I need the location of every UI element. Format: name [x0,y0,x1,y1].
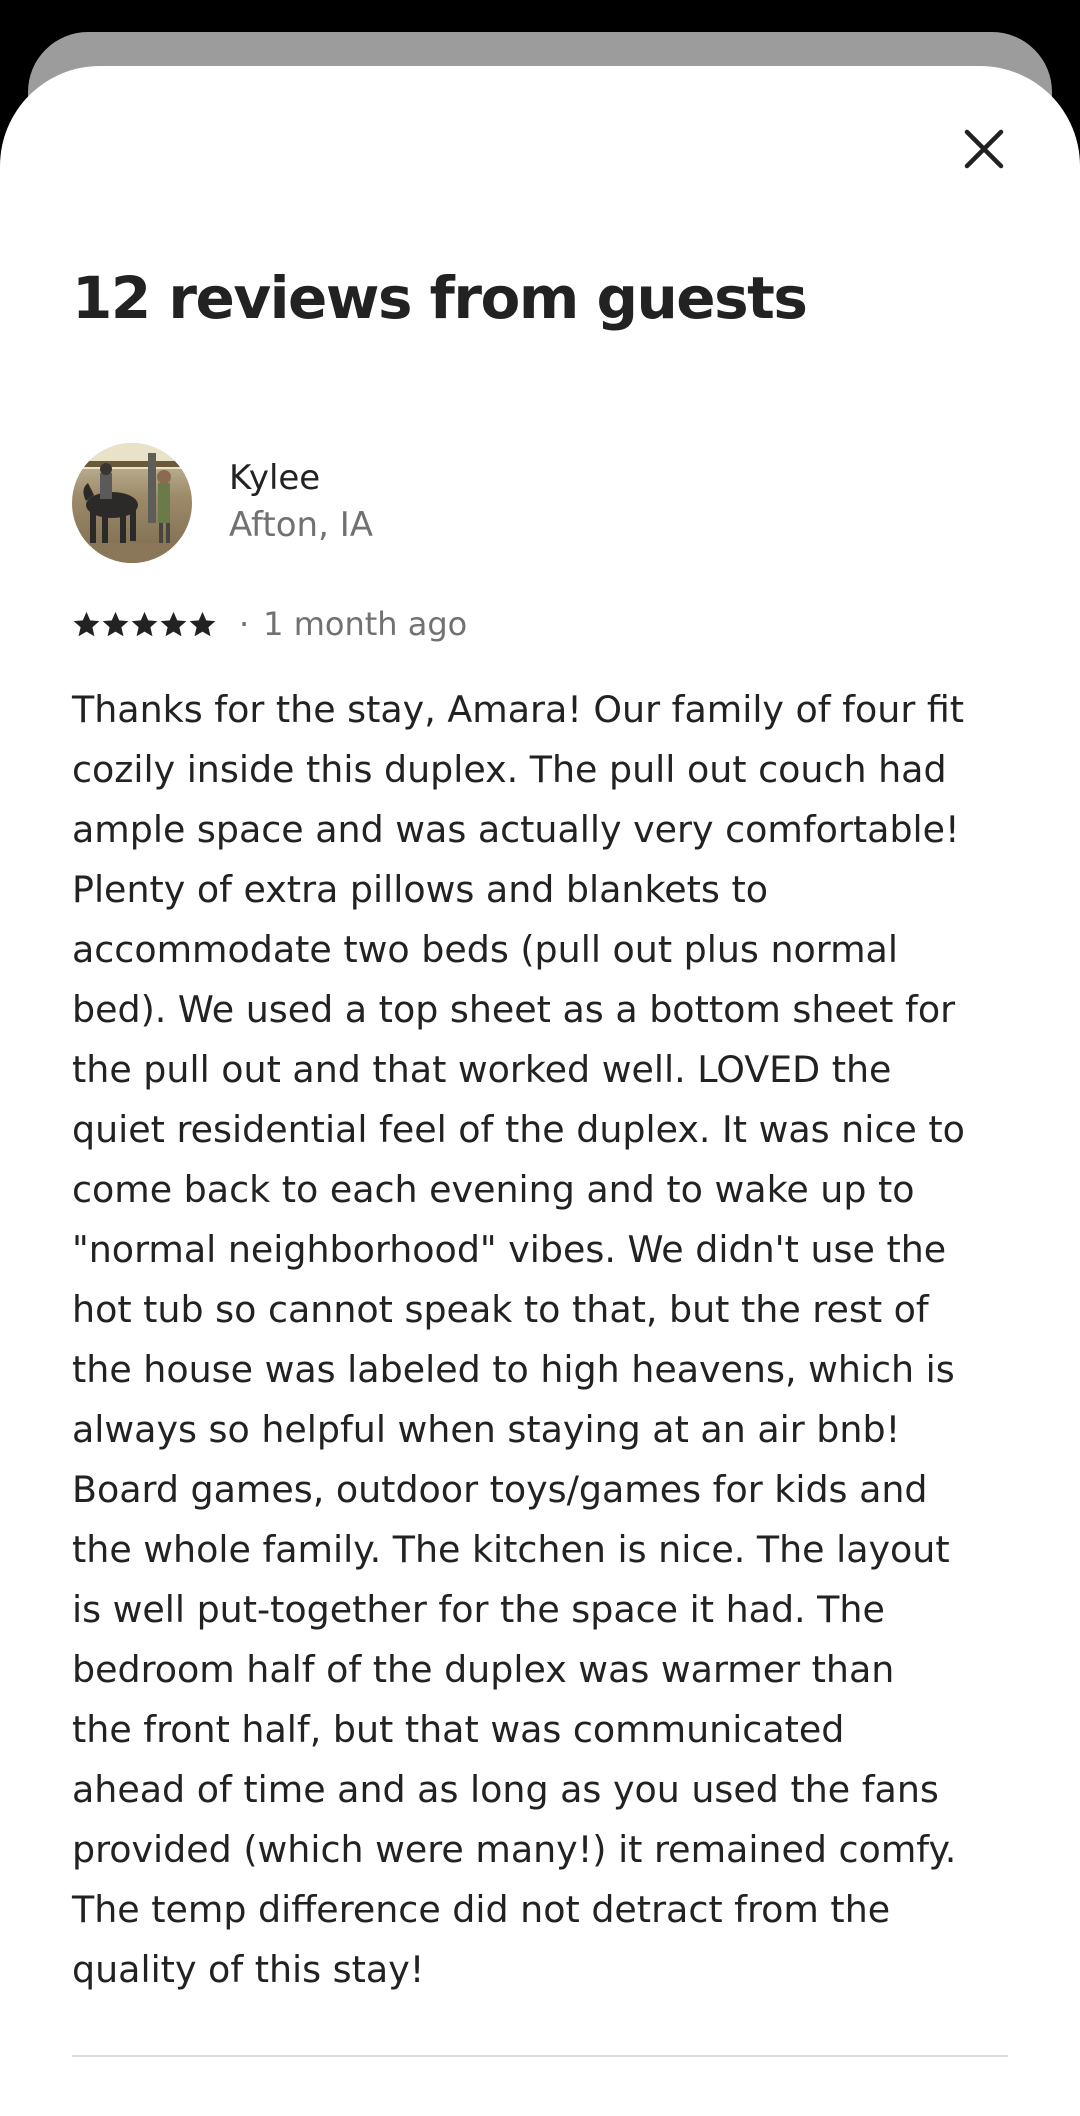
review-text-line: Plenty of extra pillows and blankets to [72,868,768,911]
review-text-line: is well put-together for the space it ha… [72,1588,885,1631]
divider [72,2055,1008,2057]
reviewer-name: Kylee [229,458,321,498]
review-date: 1 month ago [263,605,468,643]
star-rating [72,610,217,639]
review-text-line: quiet residential feel of the duplex. It… [72,1108,965,1151]
star-icon [73,611,100,636]
close-button[interactable] [952,117,1016,181]
review-text-line: The temp difference did not detract from… [72,1888,891,1931]
review-text-line: ahead of time and as long as you used th… [72,1768,939,1811]
review-text-line: accommodate two beds (pull out plus norm… [72,928,898,971]
review-text-line: bedroom half of the duplex was warmer th… [72,1648,895,1691]
review-text-line: Board games, outdoor toys/games for kids… [72,1468,928,1511]
avatar[interactable] [72,443,192,563]
review-text-line: provided (which were many!) it remained … [72,1828,957,1871]
review-text-line: "normal neighborhood" vibes. We didn't u… [72,1228,947,1271]
star-icon [160,611,187,636]
avatar-photo [72,443,192,563]
review-text-line: the house was labeled to high heavens, w… [72,1348,955,1391]
star-icon [102,611,129,636]
review-text-line: hot tub so cannot speak to that, but the… [72,1288,929,1331]
close-icon [964,129,1004,169]
review-text-line: ample space and was actually very comfor… [72,808,960,851]
review-text-line: the front half, but that was communicate… [72,1708,845,1751]
review-text-line: the whole family. The kitchen is nice. T… [72,1528,950,1571]
star-icon [131,611,158,636]
reviewer-location: Afton, IA [229,505,374,545]
review-text-line: come back to each evening and to wake up… [72,1168,915,1211]
review-text-line: always so helpful when staying at an air… [72,1408,901,1451]
review-text-line: bed). We used a top sheet as a bottom sh… [72,988,956,1031]
review-text-line: cozily inside this duplex. The pull out … [72,748,947,791]
review-text-line: Thanks for the stay, Amara! Our family o… [72,688,965,731]
separator-dot: · [239,605,250,643]
review-text: Thanks for the stay, Amara! Our family o… [72,680,1012,2000]
page-title: 12 reviews from guests [72,264,808,332]
star-icon [189,611,216,636]
review-meta: · 1 month ago [72,604,467,644]
review-text-line: quality of this stay! [72,1948,425,1991]
review-text-line: the pull out and that worked well. LOVED… [72,1048,892,1091]
